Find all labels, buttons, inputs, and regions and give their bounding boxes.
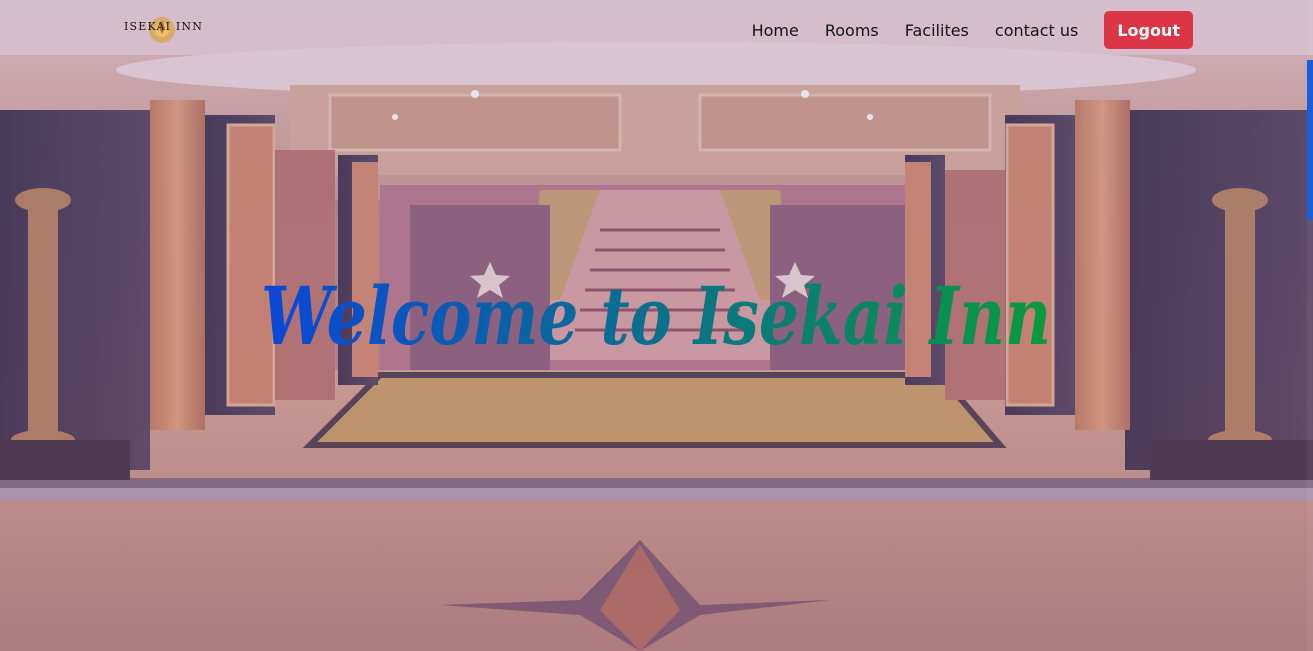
- main-nav: Home Rooms Facilites contact us Logout: [726, 11, 1193, 49]
- nav-contact-link[interactable]: contact us: [995, 21, 1078, 40]
- nav-home-link[interactable]: Home: [752, 21, 799, 40]
- brand-name: ISEKAI INN: [124, 20, 204, 33]
- scrollbar-thumb[interactable]: [1307, 60, 1313, 220]
- hero-heading-text: Welcome to Isekai Inn: [261, 269, 1051, 363]
- nav-facilities-link[interactable]: Facilites: [905, 21, 969, 40]
- page-scrollbar[interactable]: [1307, 0, 1313, 651]
- site-header: ISEKAI INN Home Rooms Facilites contact …: [0, 0, 1313, 60]
- hero-heading: Welcome to Isekai Inn: [261, 269, 1051, 363]
- hotel-homepage: ISEKAI INN Home Rooms Facilites contact …: [0, 0, 1313, 651]
- brand-logo[interactable]: ISEKAI INN: [124, 14, 214, 44]
- logout-button[interactable]: Logout: [1104, 11, 1193, 49]
- nav-rooms-link[interactable]: Rooms: [825, 21, 879, 40]
